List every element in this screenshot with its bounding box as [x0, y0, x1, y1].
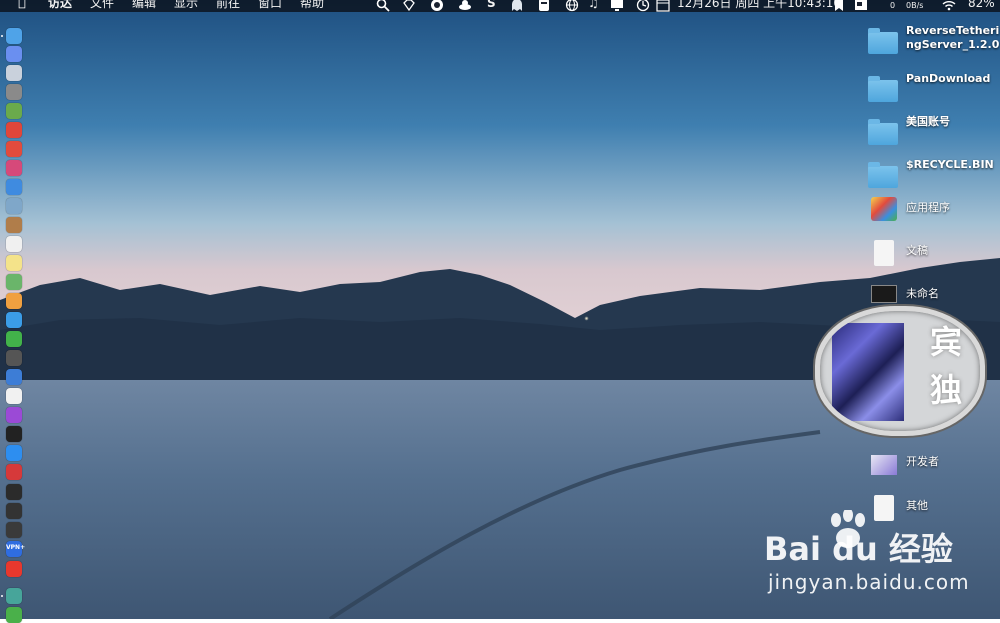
dock-item-maps[interactable]: [6, 274, 22, 290]
image-file-icon: [871, 285, 897, 303]
menu-view[interactable]: 显示: [174, 0, 198, 9]
desktop-item-label: 应用程序: [906, 201, 950, 214]
folder-icon: [868, 117, 900, 145]
dock-item-notes-brown[interactable]: [6, 217, 22, 233]
display-icon[interactable]: [610, 0, 624, 12]
folder-icon: [868, 160, 900, 188]
network-download: 0B/s: [906, 1, 924, 10]
desktop-item[interactable]: 美国账号: [868, 115, 998, 155]
desktop-item[interactable]: $RECYCLE.BIN: [868, 158, 998, 198]
desktop-item[interactable]: 文稿: [868, 240, 998, 284]
folder-icon: [868, 26, 900, 54]
calendar-icon[interactable]: [656, 0, 670, 12]
music-note-icon[interactable]: ♫: [588, 0, 599, 9]
menu-go[interactable]: 前往: [216, 0, 240, 9]
script-app-icon[interactable]: S: [487, 0, 496, 9]
dock-item-messages-blue[interactable]: [6, 312, 22, 328]
menu-bar:  访达 文件 编辑 显示 前往 窗口 帮助 S ♫ 12月26日 周四 上午1…: [0, 0, 1000, 12]
dock-item-chrome[interactable]: [6, 122, 22, 138]
spotlight-search-icon[interactable]: [376, 0, 390, 12]
desktop-item-label: ReverseTetheringServer_1.2.0: [906, 24, 1000, 51]
dock-item-siri[interactable]: [6, 46, 22, 62]
menu-finder[interactable]: 访达: [48, 0, 72, 9]
battery-percentage[interactable]: 82%: [968, 0, 995, 9]
folder-icon: [868, 74, 900, 102]
dock-item-preview[interactable]: [6, 198, 22, 214]
dock-item-rocket[interactable]: [6, 84, 22, 100]
apple-logo-icon[interactable]: : [18, 0, 26, 9]
globe-icon[interactable]: [565, 0, 579, 12]
dock-running-indicator: [1, 595, 3, 597]
dock-item-app-teal[interactable]: [6, 588, 22, 604]
dock-item-activity-monitor[interactable]: [6, 503, 22, 519]
vpn-label: VPN+: [6, 544, 26, 551]
media-app-icon[interactable]: [430, 0, 444, 12]
desktop-item-label: $RECYCLE.BIN: [906, 158, 994, 171]
dock-item-vpn[interactable]: VPN+: [6, 541, 26, 557]
desktop-item-label: 开发者: [906, 455, 939, 468]
watermark-url: jingyan.baidu.com: [768, 570, 970, 594]
datetime[interactable]: 12月26日 周四 上午10:43:10: [677, 0, 841, 9]
desktop-item-label: 文稿: [906, 244, 928, 257]
applications-icon: [871, 197, 897, 221]
desktop-item-label: 美国账号: [906, 115, 950, 128]
dock-item-podcasts[interactable]: [6, 407, 22, 423]
dock-item-wechat-work[interactable]: [6, 607, 22, 623]
dock-item-wechat[interactable]: [6, 331, 22, 347]
magnified-text-line1: 宾: [930, 323, 963, 361]
desktop-item-label: 未命名: [906, 287, 939, 300]
bookmark-icon[interactable]: [832, 0, 846, 12]
dock-item-calendar[interactable]: [6, 236, 22, 252]
magnified-thumbnail: [832, 323, 904, 421]
dock-item-keynote[interactable]: [6, 369, 22, 385]
dock-running-indicator: [1, 35, 3, 37]
magnified-text-line2: 独: [930, 371, 963, 409]
cloud-app-icon[interactable]: [458, 0, 472, 12]
dock-item-app-store[interactable]: [6, 445, 22, 461]
dock-item-music[interactable]: [6, 388, 22, 404]
clock-icon[interactable]: [636, 0, 650, 12]
menu-file[interactable]: 文件: [90, 0, 114, 9]
wifi-icon[interactable]: [942, 0, 956, 12]
magnifier-lens: 宾 独: [815, 306, 985, 436]
diamond-icon[interactable]: [402, 0, 416, 12]
dock-item-apple-tv[interactable]: [6, 426, 22, 442]
dock-item-safari[interactable]: [6, 179, 22, 195]
screen-share-icon[interactable]: [854, 0, 868, 12]
dock-item-app-pink[interactable]: [6, 160, 22, 176]
menu-help[interactable]: 帮助: [300, 0, 324, 9]
network-upload: 0: [890, 1, 896, 10]
ghost-icon[interactable]: [510, 0, 524, 12]
menu-window[interactable]: 窗口: [258, 0, 282, 9]
dock-item-photos[interactable]: [6, 293, 22, 309]
desktop-item[interactable]: PanDownload: [868, 72, 998, 112]
dock-item-terminal[interactable]: [6, 484, 22, 500]
dock-item-notes[interactable]: [6, 255, 22, 271]
desktop-item[interactable]: 应用程序: [868, 197, 998, 241]
clipboard-icon[interactable]: [537, 0, 551, 12]
dock-item-finder[interactable]: [6, 28, 22, 44]
desktop-item[interactable]: ReverseTetheringServer_1.2.0: [868, 24, 1000, 64]
dock-item-vivaldi[interactable]: [6, 464, 22, 480]
dock-item-camera[interactable]: [6, 350, 22, 366]
dock-item-launchpad[interactable]: [6, 65, 22, 81]
menu-edit[interactable]: 编辑: [132, 0, 156, 9]
document-icon: [874, 240, 894, 266]
dock-item-android-studio[interactable]: [6, 103, 22, 119]
baidu-jingyan-watermark: Bai du 经验 jingyan.baidu.com: [764, 510, 994, 610]
desktop-item[interactable]: 开发者: [868, 455, 998, 495]
dock-item-app-red[interactable]: [6, 141, 22, 157]
watermark-logo: Bai du 经验: [764, 530, 953, 568]
dock-item-console[interactable]: [6, 522, 22, 538]
desktop-item-label: PanDownload: [906, 72, 991, 85]
dock-item-yandex[interactable]: [6, 561, 22, 577]
developer-icon: [871, 455, 897, 475]
